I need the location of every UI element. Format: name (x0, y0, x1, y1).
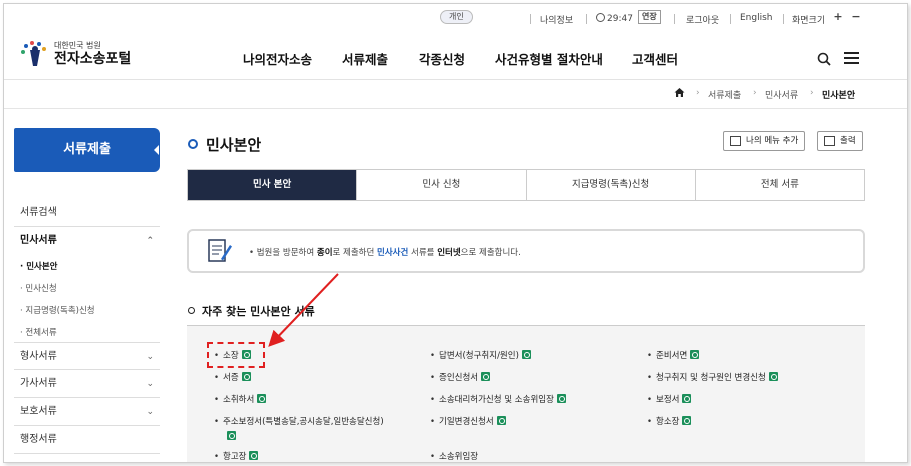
sidebar-item-family[interactable]: 가사서류 ⌄ (14, 370, 160, 398)
tab-payment-order[interactable]: 지급명령(독촉)신청 (527, 170, 696, 200)
sidebar-sub-payment-order[interactable]: · 지급명령(독촉)신청 (20, 304, 95, 316)
site-header: 대한민국 법원 전자소송포털 나의전자소송 서류제출 각종신청 사건유형별 절차… (4, 28, 907, 80)
doc-link[interactable]: 기일변경신청서 (430, 415, 506, 427)
e-filing-icon (496, 416, 506, 425)
nav-document-submit[interactable]: 서류제출 (342, 49, 388, 68)
chevron-up-icon: ⌃ (146, 236, 154, 246)
zoom-in-button[interactable]: + (832, 11, 844, 23)
sidebar-sub-civil-main[interactable]: · 민사본안 (20, 260, 57, 272)
sidebar-item-administrative[interactable]: 행정서류 (14, 426, 160, 454)
tab-civil-main[interactable]: 민사 본안 (188, 170, 358, 200)
chevron-right-icon: › (696, 88, 700, 98)
breadcrumb-current: 민사본안 (822, 91, 856, 101)
title-bullet-icon (188, 139, 198, 149)
breadcrumb-item[interactable]: 서류제출 (708, 88, 741, 101)
sidebar-notch (154, 145, 159, 155)
zoom-label: 화면크기 (792, 16, 826, 26)
e-filing-icon (249, 451, 259, 460)
section-bullet-icon (188, 307, 195, 314)
printer-icon (824, 136, 835, 146)
doc-link[interactable]: 청구취지 및 청구원인 변경신청 (647, 371, 778, 383)
utility-bar: 개인 나의정보 29:47 연장 로그아웃 English 화면크기 + − (4, 4, 907, 28)
add-my-menu-button[interactable]: 나의 메뉴 추가 (723, 131, 806, 151)
doc-link[interactable]: 항고장 (214, 450, 259, 462)
sidebar-sub-all-documents[interactable]: · 전체서류 (20, 326, 57, 338)
doc-link[interactable]: 소송위임장 (430, 450, 478, 462)
english-link[interactable]: English (740, 13, 773, 23)
sidebar-item-criminal[interactable]: 형사서류 ⌄ (14, 342, 160, 370)
tab-all-documents[interactable]: 전체 서류 (696, 170, 864, 200)
nav-my-lawsuit[interactable]: 나의전자소송 (243, 49, 312, 68)
document-tabs: 민사 본안 민사 신청 지급명령(독촉)신청 전체 서류 (187, 169, 865, 201)
doc-link[interactable]: 항소장 (647, 415, 692, 427)
sidebar-sub-civil-application[interactable]: · 민사신청 (20, 282, 57, 294)
home-icon[interactable] (674, 87, 685, 98)
sidebar-item-document-search[interactable]: 서류검색 (14, 199, 160, 227)
tab-civil-application[interactable]: 민사 신청 (357, 170, 527, 200)
search-icon[interactable] (817, 51, 831, 66)
e-filing-icon (241, 372, 251, 381)
logo-title: 전자소송포털 (54, 51, 132, 67)
my-info-link[interactable]: 나의정보 (540, 13, 573, 26)
e-filing-icon[interactable] (227, 431, 236, 440)
breadcrumb-item[interactable]: 민사서류 (765, 88, 798, 101)
highlight-box (207, 342, 265, 368)
e-filing-icon (257, 394, 267, 403)
doc-link[interactable]: 주소보정서(특별송달,공시송달,일반송달신청) (214, 415, 384, 427)
e-filing-icon (682, 416, 692, 425)
hamburger-menu-icon[interactable] (844, 52, 859, 64)
chevron-down-icon: ⌄ (146, 352, 154, 362)
e-filing-icon (682, 394, 692, 403)
sidebar-item-protection[interactable]: 보호서류 ⌄ (14, 398, 160, 426)
e-filing-icon (768, 372, 778, 381)
e-filing-icon (521, 350, 531, 359)
e-filing-icon (556, 394, 566, 403)
nav-applications[interactable]: 각종신청 (419, 49, 465, 68)
nav-customer-center[interactable]: 고객센터 (632, 49, 678, 68)
logo-subtitle: 대한민국 법원 (54, 41, 101, 50)
doc-link[interactable]: 소송대리허가신청 및 소송위임장 (430, 393, 566, 405)
page-title: 민사본안 (206, 136, 262, 154)
notice-text: • 법원을 방문하여 종이로 제출하던 민사사건 서류를 인터넷으로 제출합니다… (249, 248, 521, 258)
session-timer: 29:47 (596, 13, 633, 24)
e-filing-icon (481, 372, 491, 381)
site-logo[interactable]: 대한민국 법원 전자소송포털 (20, 40, 131, 68)
nav-procedure-guide[interactable]: 사건유형별 절차안내 (495, 49, 603, 68)
document-pen-icon (207, 237, 233, 265)
notice-box: • 법원을 방문하여 종이로 제출하던 민사사건 서류를 인터넷으로 제출합니다… (187, 229, 865, 273)
breadcrumb: › 서류제출 › 민사서류 › 민사본안 (4, 86, 907, 106)
chevron-down-icon: ⌄ (146, 379, 154, 389)
chevron-right-icon: › (753, 88, 757, 98)
doc-link[interactable]: 증인신청서 (430, 371, 491, 383)
doc-link[interactable]: 답변서(청구취지/원인) (430, 349, 531, 361)
print-button[interactable]: 출력 (817, 131, 863, 151)
edit-icon (730, 136, 741, 146)
zoom-out-button[interactable]: − (850, 11, 862, 23)
logout-link[interactable]: 로그아웃 (686, 13, 719, 26)
user-type-badge: 개인 (440, 10, 473, 24)
sidebar-title: 서류제출 (14, 128, 160, 172)
doc-link[interactable]: 준비서면 (647, 349, 700, 361)
doc-link[interactable]: 소취하서 (214, 393, 267, 405)
browser-frame: 개인 나의정보 29:47 연장 로그아웃 English 화면크기 + − 대… (3, 3, 908, 463)
doc-link[interactable]: 보정서 (647, 393, 692, 405)
extend-session-button[interactable]: 연장 (638, 10, 661, 24)
court-emblem-icon (20, 40, 50, 68)
timer-value: 29:47 (607, 14, 633, 24)
clock-icon (596, 13, 605, 22)
chevron-down-icon: ⌄ (146, 407, 154, 417)
e-filing-icon (690, 350, 700, 359)
section-title: 자주 찾는 민사본안 서류 (202, 305, 315, 318)
chevron-right-icon: › (810, 88, 814, 98)
sidebar-item-civil[interactable]: 민사서류 ⌃ (14, 227, 160, 255)
doc-link[interactable]: 서증 (214, 371, 251, 383)
